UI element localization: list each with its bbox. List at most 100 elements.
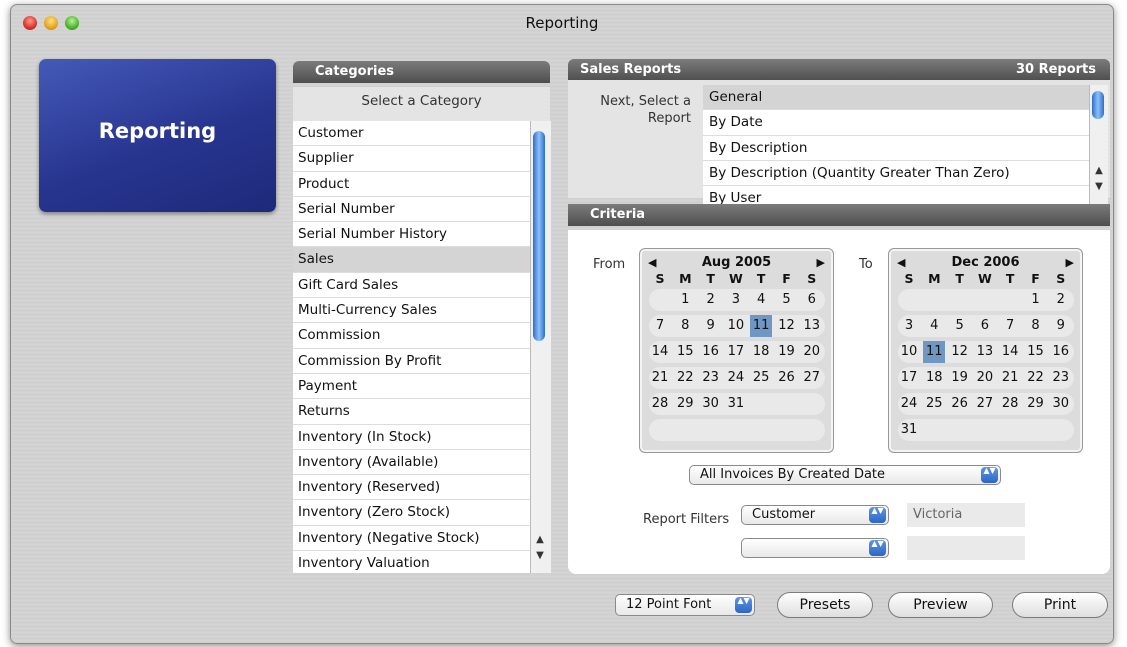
calendar-day[interactable]: 11 — [750, 315, 773, 337]
calendar-day[interactable]: 21 — [649, 367, 671, 389]
filter1-field-popup[interactable]: Customer ▲▼ — [741, 505, 889, 525]
category-item[interactable]: Inventory (Zero Stock) — [293, 500, 530, 526]
calendar-day[interactable]: 1 — [674, 289, 696, 311]
calendar-day[interactable]: 15 — [674, 341, 696, 363]
calendar-day[interactable]: 30 — [700, 393, 722, 415]
print-button[interactable]: Print — [1012, 592, 1108, 618]
report-item[interactable]: By User — [703, 186, 1089, 204]
calendar-day[interactable]: 20 — [801, 341, 823, 363]
category-item[interactable]: Customer — [293, 121, 530, 147]
report-item[interactable]: By Date — [703, 110, 1089, 136]
calendar-day[interactable]: 14 — [649, 341, 671, 363]
categories-scrollbar[interactable]: ▲ ▼ — [530, 121, 551, 573]
calendar-day[interactable]: 25 — [750, 367, 772, 389]
calendar-day[interactable]: 14 — [999, 341, 1021, 363]
category-item[interactable]: Gift Card Sales — [293, 273, 530, 299]
category-item[interactable]: Inventory (Available) — [293, 450, 530, 476]
calendar-day[interactable]: 31 — [898, 419, 920, 441]
category-item[interactable]: Commission — [293, 323, 530, 349]
reports-scroll-up-icon[interactable]: ▲ — [1092, 164, 1106, 178]
calendar-day[interactable]: 8 — [1025, 315, 1047, 337]
calendar-day[interactable]: 21 — [999, 367, 1021, 389]
calendar-day[interactable]: 26 — [776, 367, 798, 389]
calendar-day[interactable]: 13 — [974, 341, 996, 363]
calendar-day[interactable]: 3 — [898, 315, 920, 337]
calendar-day[interactable]: 11 — [923, 341, 946, 363]
calendar-day[interactable]: 29 — [674, 393, 696, 415]
calendar-day[interactable]: 5 — [949, 315, 971, 337]
calendar-day[interactable]: 3 — [725, 289, 747, 311]
date-mode-popup[interactable]: All Invoices By Created Date ▲▼ — [689, 465, 1001, 485]
calendar-day[interactable]: 13 — [801, 315, 823, 337]
calendar-day[interactable]: 31 — [725, 393, 747, 415]
reports-scroll-thumb[interactable] — [1092, 91, 1104, 119]
calendar-day[interactable]: 24 — [898, 393, 920, 415]
category-item[interactable]: Multi-Currency Sales — [293, 298, 530, 324]
categories-scroll-up-icon[interactable]: ▲ — [533, 533, 547, 547]
calendar-day[interactable]: 19 — [949, 367, 971, 389]
calendar-day[interactable]: 30 — [1050, 393, 1072, 415]
category-item[interactable]: Serial Number History — [293, 222, 530, 248]
to-calendar[interactable]: ◀ Dec 2006 ▶ S M T W T F S 1 2 3 4 5 6 7 8 9 10 11 12 13 14 1… — [888, 248, 1083, 453]
calendar-day[interactable]: 28 — [999, 393, 1021, 415]
filter2-field-popup[interactable]: ▲▼ — [741, 538, 889, 558]
calendar-day[interactable]: 23 — [700, 367, 722, 389]
calendar-day[interactable]: 7 — [999, 315, 1021, 337]
calendar-day[interactable]: 17 — [725, 341, 747, 363]
calendar-day[interactable]: 22 — [1025, 367, 1047, 389]
calendar-day[interactable]: 23 — [1050, 367, 1072, 389]
calendar-day[interactable]: 20 — [974, 367, 996, 389]
close-window-icon[interactable] — [23, 16, 37, 30]
calendar-day[interactable]: 16 — [700, 341, 722, 363]
calendar-day[interactable]: 10 — [898, 341, 920, 363]
calendar-day[interactable]: 25 — [923, 393, 945, 415]
category-item[interactable]: Inventory (Negative Stock) — [293, 526, 530, 552]
calendar-day[interactable]: 22 — [674, 367, 696, 389]
category-item[interactable]: Sales — [293, 247, 530, 273]
calendar-day[interactable]: 8 — [674, 315, 696, 337]
categories-scroll-thumb[interactable] — [533, 131, 545, 341]
from-next-month-icon[interactable]: ▶ — [817, 255, 825, 271]
calendar-day[interactable]: 5 — [776, 289, 798, 311]
font-size-popup[interactable]: 12 Point Font ▲▼ — [615, 594, 755, 616]
calendar-day[interactable]: 4 — [750, 289, 772, 311]
category-item[interactable]: Returns — [293, 399, 530, 425]
category-item[interactable]: Serial Number — [293, 197, 530, 223]
category-item[interactable]: Supplier — [293, 146, 530, 172]
report-item[interactable]: By Description (Quantity Greater Than Ze… — [703, 161, 1089, 187]
zoom-window-icon[interactable] — [65, 16, 79, 30]
calendar-day[interactable]: 2 — [700, 289, 722, 311]
filter1-value-field[interactable]: Victoria — [907, 503, 1025, 527]
calendar-day[interactable]: 24 — [725, 367, 747, 389]
report-item[interactable]: By Description — [703, 136, 1089, 161]
calendar-day[interactable]: 12 — [949, 341, 971, 363]
category-item[interactable]: Product — [293, 172, 530, 197]
calendar-day[interactable]: 18 — [923, 367, 945, 389]
calendar-day[interactable]: 9 — [700, 315, 722, 337]
from-calendar[interactable]: ◀ Aug 2005 ▶ S M T W T F S 1 2 3 4 5 6 7 8 9 10 11 12 13 14 1… — [639, 248, 834, 453]
calendar-day[interactable]: 15 — [1025, 341, 1047, 363]
calendar-day[interactable]: 16 — [1050, 341, 1072, 363]
category-item[interactable]: Commission By Profit — [293, 349, 530, 374]
calendar-day[interactable]: 29 — [1025, 393, 1047, 415]
from-prev-month-icon[interactable]: ◀ — [648, 255, 656, 271]
category-item[interactable]: Inventory (In Stock) — [293, 425, 530, 450]
to-prev-month-icon[interactable]: ◀ — [897, 255, 905, 271]
presets-button[interactable]: Presets — [777, 592, 873, 618]
calendar-day[interactable]: 6 — [801, 289, 823, 311]
calendar-day[interactable]: 17 — [898, 367, 920, 389]
calendar-day[interactable]: 9 — [1050, 315, 1072, 337]
minimize-window-icon[interactable] — [44, 16, 58, 30]
categories-scroll-down-icon[interactable]: ▼ — [533, 549, 547, 563]
category-item[interactable]: Payment — [293, 374, 530, 400]
category-item[interactable]: Inventory (Reserved) — [293, 475, 530, 501]
category-item[interactable]: Inventory Valuation — [293, 551, 530, 573]
calendar-day[interactable]: 27 — [974, 393, 996, 415]
filter2-value-field[interactable] — [907, 536, 1025, 560]
report-item[interactable]: General — [703, 85, 1089, 111]
calendar-day[interactable]: 12 — [776, 315, 798, 337]
calendar-day[interactable]: 10 — [725, 315, 747, 337]
calendar-day[interactable]: 19 — [776, 341, 798, 363]
to-next-month-icon[interactable]: ▶ — [1066, 255, 1074, 271]
reports-scrollbar[interactable]: ▲ ▼ — [1089, 85, 1108, 204]
